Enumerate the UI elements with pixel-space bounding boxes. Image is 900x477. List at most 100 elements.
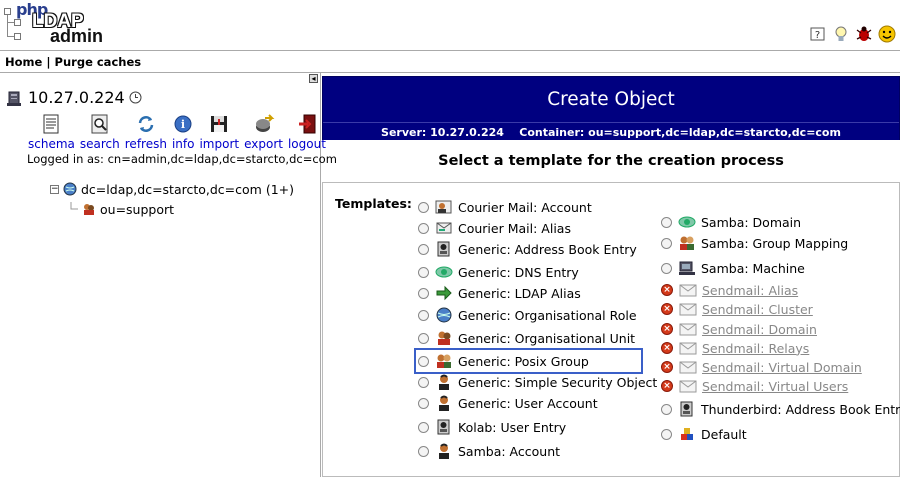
template-option[interactable]: Generic: Organisational Unit (418, 328, 635, 348)
address-book-icon (437, 241, 450, 257)
template-option[interactable]: × Sendmail: Relays (661, 338, 809, 358)
template-option[interactable]: × Sendmail: Domain (661, 319, 817, 339)
address-book-icon (680, 401, 693, 417)
template-radio[interactable] (418, 201, 429, 213)
template-label[interactable]: Kolab: User Entry (458, 420, 566, 435)
bug-icon[interactable] (855, 25, 873, 43)
template-option[interactable]: Generic: DNS Entry (418, 262, 579, 282)
logout-button[interactable]: logout (288, 113, 326, 151)
template-label[interactable]: Generic: Organisational Unit (458, 331, 635, 346)
ou-icon (84, 204, 94, 215)
tree-node-root[interactable]: − dc=ldap,dc=starcto,dc=com (1+) (50, 179, 294, 199)
template-radio[interactable] (418, 376, 429, 388)
template-label[interactable]: Samba: Group Mapping (701, 236, 848, 251)
template-option[interactable]: Generic: Posix Group (418, 351, 589, 371)
template-radio[interactable] (661, 403, 672, 415)
info-icon: i (174, 115, 192, 133)
template-option[interactable]: × Sendmail: Virtual Users (661, 376, 848, 396)
template-label[interactable]: Generic: LDAP Alias (458, 286, 581, 301)
group-icon (437, 354, 451, 368)
refresh-button[interactable]: refresh (125, 113, 167, 151)
search-label: search (79, 137, 120, 151)
template-radio[interactable] (418, 445, 429, 457)
template-label[interactable]: Samba: Machine (701, 261, 805, 276)
import-label: import (199, 137, 240, 151)
import-button[interactable]: import (199, 113, 239, 151)
tree-connector (70, 202, 78, 210)
purge-caches-link[interactable]: Purge caches (55, 55, 142, 69)
export-label: export (244, 137, 283, 151)
template-label[interactable]: Generic: User Account (458, 396, 598, 411)
dns-icon (435, 266, 453, 278)
template-label[interactable]: Generic: DNS Entry (458, 265, 579, 280)
template-radio[interactable] (418, 309, 429, 321)
server-name: 10.27.0.224 (28, 88, 125, 107)
import-icon (211, 116, 228, 132)
template-option[interactable]: Courier Mail: Account (418, 197, 592, 217)
template-option[interactable]: Thunderbird: Address Book Entry (661, 399, 900, 419)
tree-node-child[interactable]: ou=support (50, 199, 294, 219)
container-label: Container: (519, 126, 585, 139)
template-radio[interactable] (418, 287, 429, 299)
template-label[interactable]: Generic: Simple Security Object (458, 375, 657, 390)
template-radio[interactable] (661, 428, 672, 440)
template-option[interactable]: × Sendmail: Alias (661, 280, 798, 300)
template-radio[interactable] (418, 266, 429, 278)
template-label: Sendmail: Virtual Domain (702, 359, 862, 375)
template-label[interactable]: Generic: Address Book Entry (458, 242, 637, 257)
template-radio[interactable] (418, 397, 429, 409)
template-option[interactable]: Generic: LDAP Alias (418, 283, 581, 303)
server-heading[interactable]: 10.27.0.224 (6, 88, 142, 107)
template-radio[interactable] (418, 243, 429, 255)
template-label[interactable]: Samba: Domain (701, 215, 801, 230)
template-option[interactable]: Generic: Simple Security Object (418, 372, 657, 392)
templates-label: Templates: (335, 196, 412, 211)
collapse-panel-button[interactable]: ◂ (309, 74, 318, 83)
template-option[interactable]: Samba: Group Mapping (661, 233, 848, 253)
template-option[interactable]: Generic: Organisational Role (418, 305, 637, 325)
home-link[interactable]: Home (5, 55, 42, 69)
template-label[interactable]: Thunderbird: Address Book Entry (701, 402, 900, 417)
help-icon[interactable]: ? (809, 25, 827, 43)
template-label[interactable]: Courier Mail: Alias (458, 221, 571, 236)
refresh-label: refresh (124, 137, 167, 151)
template-option[interactable]: Samba: Machine (661, 258, 805, 278)
template-option[interactable]: Generic: Address Book Entry (418, 239, 637, 259)
template-option[interactable]: × Sendmail: Cluster (661, 299, 813, 319)
template-option[interactable]: Default (661, 424, 747, 444)
template-label[interactable]: Courier Mail: Account (458, 200, 592, 215)
lightbulb-icon[interactable] (832, 25, 850, 43)
template-radio[interactable] (418, 421, 429, 433)
tree-collapse-toggle[interactable]: − (50, 184, 59, 194)
template-radio[interactable] (661, 237, 672, 249)
template-option[interactable]: Samba: Account (418, 441, 560, 461)
template-label[interactable]: Generic: Organisational Role (458, 308, 637, 323)
info-button[interactable]: i info (172, 113, 194, 151)
template-radio[interactable] (418, 332, 429, 344)
template-radio[interactable] (418, 355, 429, 367)
template-option[interactable]: Courier Mail: Alias (418, 218, 571, 238)
template-option[interactable]: Generic: User Account (418, 393, 598, 413)
template-label[interactable]: Generic: Posix Group (458, 354, 589, 369)
menubar-separator: | (46, 55, 51, 69)
search-button[interactable]: search (80, 113, 120, 151)
template-label[interactable]: Samba: Account (458, 444, 560, 459)
template-option[interactable]: × Sendmail: Virtual Domain (661, 357, 862, 377)
template-label[interactable]: Default (701, 427, 747, 442)
template-radio[interactable] (661, 216, 672, 228)
template-option[interactable]: Samba: Domain (661, 212, 801, 232)
page-title: Create Object (547, 89, 675, 110)
refresh-icon (138, 116, 154, 132)
phpldapadmin-logo[interactable]: php LDAP admin (4, 0, 104, 46)
container-value: ou=support,dc=ldap,dc=starcto,dc=com (588, 126, 841, 139)
schema-button[interactable]: schema (28, 113, 75, 151)
export-button[interactable]: export (244, 113, 283, 151)
template-radio[interactable] (661, 262, 672, 274)
template-label: Sendmail: Domain (702, 321, 817, 337)
template-radio[interactable] (418, 222, 429, 234)
default-icon (681, 428, 693, 440)
envelope-icon (679, 323, 697, 336)
smiley-icon[interactable] (878, 25, 896, 43)
template-option[interactable]: Kolab: User Entry (418, 417, 566, 437)
logout-label: logout (287, 137, 326, 151)
